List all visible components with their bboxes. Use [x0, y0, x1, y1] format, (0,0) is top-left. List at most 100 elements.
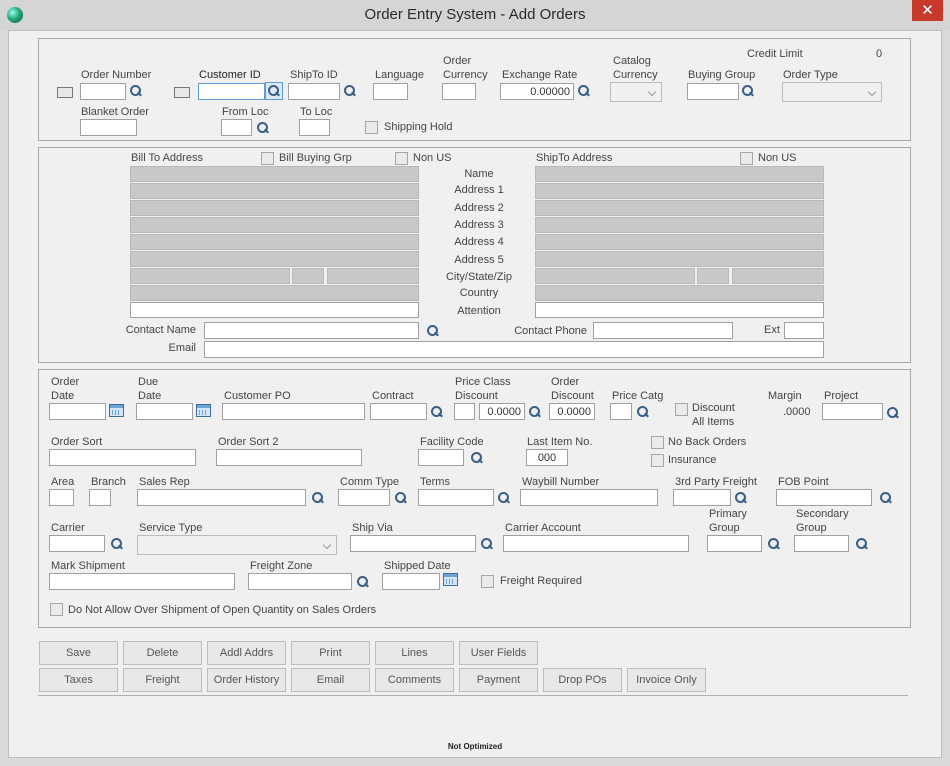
waybill-number-input[interactable] [520, 489, 658, 506]
exchange-rate-search-icon[interactable] [577, 84, 591, 98]
price-class-search-icon[interactable] [528, 405, 542, 419]
primary-group-search-icon[interactable] [767, 537, 781, 551]
facility-code-input[interactable] [418, 449, 464, 466]
customer-po-input[interactable] [222, 403, 365, 420]
exchange-rate-input[interactable]: 0.00000 [500, 83, 574, 100]
bill-name-field[interactable] [130, 166, 419, 182]
shipping-hold-checkbox[interactable] [365, 121, 378, 134]
freight-zone-search-icon[interactable] [356, 575, 370, 589]
user-fields-button[interactable]: User Fields [459, 641, 538, 665]
carrier-account-input[interactable] [503, 535, 689, 552]
facility-code-search-icon[interactable] [470, 451, 484, 465]
discount-all-items-checkbox[interactable] [675, 403, 688, 416]
due-date-input[interactable] [136, 403, 193, 420]
bill-city-field[interactable] [130, 268, 290, 284]
third-party-freight-search-icon[interactable] [734, 491, 748, 505]
order-sort-2-input[interactable] [216, 449, 362, 466]
mark-shipment-input[interactable] [49, 573, 235, 590]
shipto-name-field[interactable] [535, 166, 824, 182]
terms-search-icon[interactable] [497, 491, 511, 505]
order-number-search-icon[interactable] [129, 84, 143, 98]
buying-group-input[interactable] [687, 83, 739, 100]
sales-rep-input[interactable] [137, 489, 306, 506]
last-item-no-input[interactable]: 000 [526, 449, 568, 466]
customer-id-input[interactable] [198, 83, 265, 100]
addl-addrs-button[interactable]: Addl Addrs [207, 641, 286, 665]
bill-address3-field[interactable] [130, 217, 419, 233]
shipto-address2-field[interactable] [535, 200, 824, 216]
shipto-id-input[interactable] [288, 83, 340, 100]
customer-id-lookup-toggle[interactable] [174, 87, 190, 98]
language-input[interactable] [373, 83, 408, 100]
bill-state-field[interactable] [292, 268, 324, 284]
email-input[interactable] [204, 341, 824, 358]
order-currency-input[interactable] [442, 83, 476, 100]
secondary-group-search-icon[interactable] [855, 537, 869, 551]
bill-attention-field[interactable] [130, 302, 419, 318]
from-loc-input[interactable] [221, 119, 252, 136]
project-input[interactable] [822, 403, 883, 420]
payment-button[interactable]: Payment [459, 668, 538, 692]
price-class-input[interactable] [454, 403, 475, 420]
buying-group-search-icon[interactable] [741, 84, 755, 98]
shipto-address1-field[interactable] [535, 183, 824, 199]
drop-pos-button[interactable]: Drop POs [543, 668, 622, 692]
to-loc-input[interactable] [299, 119, 330, 136]
no-back-orders-checkbox[interactable] [651, 436, 664, 449]
shipto-state-field[interactable] [697, 268, 729, 284]
order-number-input[interactable] [80, 83, 126, 100]
area-input[interactable] [49, 489, 74, 506]
fob-point-input[interactable] [776, 489, 872, 506]
catalog-currency-select[interactable] [610, 82, 662, 102]
primary-group-input[interactable] [707, 535, 762, 552]
price-catg-input[interactable] [610, 403, 632, 420]
order-type-select[interactable] [782, 82, 882, 102]
price-catg-search-icon[interactable] [636, 405, 650, 419]
shipto-address4-field[interactable] [535, 234, 824, 250]
contract-input[interactable] [370, 403, 427, 420]
freight-zone-input[interactable] [248, 573, 352, 590]
bill-address5-field[interactable] [130, 251, 419, 267]
shipped-date-input[interactable] [382, 573, 440, 590]
carrier-search-icon[interactable] [110, 537, 124, 551]
price-class-discount-input[interactable]: 0.0000 [479, 403, 525, 420]
invoice-only-button[interactable]: Invoice Only [627, 668, 706, 692]
bill-country-field[interactable] [130, 285, 419, 301]
comm-type-search-icon[interactable] [394, 491, 408, 505]
save-button[interactable]: Save [39, 641, 118, 665]
freight-button[interactable]: Freight [123, 668, 202, 692]
shipped-date-calendar-icon[interactable] [443, 573, 458, 586]
close-button[interactable]: ✕ [912, 0, 943, 21]
bill-buying-grp-checkbox[interactable] [261, 152, 274, 165]
shipto-address5-field[interactable] [535, 251, 824, 267]
bill-address1-field[interactable] [130, 183, 419, 199]
delete-button[interactable]: Delete [123, 641, 202, 665]
order-date-calendar-icon[interactable] [109, 404, 124, 417]
due-date-calendar-icon[interactable] [196, 404, 211, 417]
comments-button[interactable]: Comments [375, 668, 454, 692]
ext-input[interactable] [784, 322, 824, 339]
fob-point-search-icon[interactable] [879, 491, 893, 505]
ship-via-input[interactable] [350, 535, 476, 552]
from-loc-search-icon[interactable] [256, 121, 270, 135]
lines-button[interactable]: Lines [375, 641, 454, 665]
order-number-lookup-toggle[interactable] [57, 87, 73, 98]
contract-search-icon[interactable] [430, 405, 444, 419]
service-type-select[interactable] [137, 535, 337, 555]
ship-via-search-icon[interactable] [480, 537, 494, 551]
email-button[interactable]: Email [291, 668, 370, 692]
contact-phone-input[interactable] [593, 322, 733, 339]
contact-name-input[interactable] [204, 322, 419, 339]
third-party-freight-input[interactable] [673, 489, 731, 506]
project-search-icon[interactable] [886, 406, 900, 420]
shipto-zip-field[interactable] [732, 268, 824, 284]
bill-non-us-checkbox[interactable] [395, 152, 408, 165]
taxes-button[interactable]: Taxes [39, 668, 118, 692]
order-history-button[interactable]: Order History [207, 668, 286, 692]
shipto-address3-field[interactable] [535, 217, 824, 233]
sales-rep-search-icon[interactable] [311, 491, 325, 505]
print-button[interactable]: Print [291, 641, 370, 665]
blanket-order-input[interactable] [80, 119, 137, 136]
no-over-shipment-checkbox[interactable] [50, 603, 63, 616]
bill-address4-field[interactable] [130, 234, 419, 250]
